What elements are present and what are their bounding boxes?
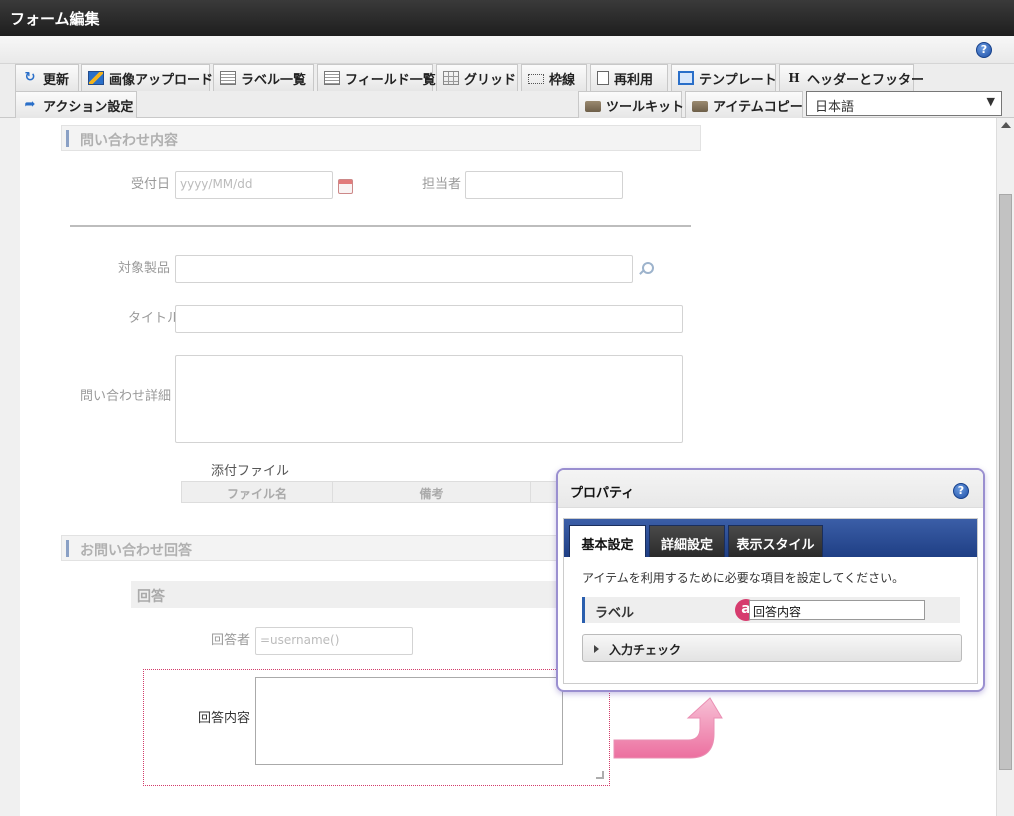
received-date-label: 受付日 [131, 177, 171, 192]
language-value: 日本語 [815, 100, 855, 115]
label-list-label: ラベル一覧 [241, 72, 307, 88]
toolkit-label: ツールキット [606, 99, 685, 115]
item-copy-label: アイテムコピー [713, 99, 803, 115]
input-check-toggle[interactable]: 入力チェック [582, 634, 962, 662]
border-button[interactable]: 枠線 [521, 64, 587, 91]
update-icon: ↻ [24, 70, 36, 85]
label-property-label: ラベル [582, 597, 634, 623]
received-date-field[interactable]: yyyy/MM/dd [175, 171, 333, 199]
window-title: フォーム編集 [0, 0, 1014, 36]
section-answer-header[interactable]: お問い合わせ回答 [61, 535, 561, 561]
dialog-body: 基本設定 詳細設定 表示スタイル アイテムを利用するために必要な項目を設定してく… [563, 518, 978, 684]
update-button[interactable]: ↻ 更新 [15, 64, 79, 91]
tab-detail-settings[interactable]: 詳細設定 [649, 525, 725, 557]
template-button[interactable]: テンプレート [671, 64, 777, 91]
toolbar: ↻ 更新 画像アップロード ラベル一覧 フィールド一覧 グリッド 枠線 再利用 … [0, 64, 1014, 118]
resize-grip-icon[interactable] [596, 771, 604, 779]
assignee-field[interactable] [465, 171, 623, 199]
action-icon: ➦ [24, 97, 36, 112]
border-label: 枠線 [549, 72, 576, 88]
update-label: 更新 [43, 72, 70, 88]
field-list-icon [324, 71, 340, 85]
grid-label: グリッド [464, 72, 517, 88]
label-property-row: ラベル a 回答内容 [582, 597, 960, 623]
attachment-col-note: 備考 [333, 482, 531, 502]
title-field[interactable] [175, 305, 683, 333]
tab-display-style[interactable]: 表示スタイル [728, 525, 823, 557]
expand-triangle-icon [594, 645, 599, 653]
answer-group-header[interactable]: 回答 [131, 581, 561, 608]
template-icon [678, 71, 694, 85]
grid-button[interactable]: グリッド [436, 64, 518, 91]
scroll-thumb[interactable] [999, 194, 1012, 770]
divider [70, 225, 691, 227]
attachment-col-filename: ファイル名 [182, 482, 333, 502]
callout-arrow-icon [613, 697, 723, 759]
received-date-placeholder: yyyy/MM/dd [180, 177, 253, 191]
calendar-icon[interactable] [338, 179, 353, 194]
header-footer-icon: H [788, 71, 800, 85]
section-answer-title: お問い合わせ回答 [80, 543, 192, 559]
action-settings-label: アクション設定 [43, 99, 134, 115]
section-inquiry-header[interactable]: 問い合わせ内容 [61, 125, 701, 151]
properties-dialog: プロパティ ? 基本設定 詳細設定 表示スタイル アイテムを利用するために必要な… [556, 468, 985, 692]
image-upload-icon [88, 71, 104, 85]
reuse-icon [597, 71, 609, 85]
responder-label: 回答者 [211, 633, 251, 648]
border-icon [528, 74, 544, 84]
assignee-label: 担当者 [422, 177, 462, 192]
item-copy-icon [692, 101, 708, 112]
vertical-scrollbar[interactable] [996, 118, 1014, 816]
help-icon[interactable]: ? [976, 42, 992, 58]
header-footer-button[interactable]: H ヘッダーとフッター [779, 64, 924, 91]
tab-basic-settings[interactable]: 基本設定 [569, 525, 646, 557]
dialog-help-icon[interactable]: ? [953, 483, 969, 499]
input-check-label: 入力チェック [609, 643, 682, 657]
template-label: テンプレート [699, 72, 777, 88]
toolkit-button[interactable]: ツールキット [578, 91, 685, 118]
reuse-label: 再利用 [614, 72, 654, 88]
label-property-input[interactable]: 回答内容 [749, 600, 925, 620]
product-field[interactable] [175, 255, 633, 283]
detail-textarea[interactable] [175, 355, 683, 443]
grid-icon [443, 71, 459, 85]
title-label: タイトル [128, 311, 181, 326]
label-list-icon [220, 71, 236, 85]
item-copy-button[interactable]: アイテムコピー [685, 91, 803, 118]
attachment-table[interactable]: ファイル名 備考 [181, 481, 561, 503]
header-footer-label: ヘッダーとフッター [807, 72, 925, 88]
product-label: 対象製品 [118, 261, 171, 276]
answer-content-label: 回答内容 [198, 711, 251, 726]
language-select[interactable]: 日本語 ▼ [806, 91, 1002, 116]
action-settings-button[interactable]: ➦ アクション設定 [15, 91, 137, 118]
field-list-button[interactable]: フィールド一覧 [317, 64, 436, 91]
dialog-description: アイテムを利用するために必要な項目を設定してください。 [582, 571, 905, 585]
image-upload-button[interactable]: 画像アップロード [81, 64, 214, 91]
dialog-title: プロパティ [570, 486, 635, 501]
detail-label: 問い合わせ詳細 [80, 389, 172, 404]
scroll-up-icon[interactable] [1001, 122, 1011, 128]
chevron-down-icon: ▼ [986, 95, 995, 108]
answer-content-textarea[interactable] [255, 677, 563, 765]
responder-field[interactable]: =username() [255, 627, 413, 655]
dialog-header[interactable]: プロパティ ? [558, 470, 983, 508]
field-list-label: フィールド一覧 [345, 72, 436, 88]
toolkit-icon [585, 101, 601, 112]
attachment-label: 添付ファイル [211, 464, 290, 479]
section-inquiry-title: 問い合わせ内容 [80, 133, 178, 149]
help-bar: ? [0, 36, 1014, 64]
label-list-button[interactable]: ラベル一覧 [213, 64, 314, 91]
dialog-tabbar: 基本設定 詳細設定 表示スタイル [564, 519, 977, 557]
reuse-button[interactable]: 再利用 [590, 64, 668, 91]
image-upload-label: 画像アップロード [109, 72, 214, 88]
responder-value: =username() [260, 633, 340, 647]
search-icon[interactable] [638, 261, 654, 277]
